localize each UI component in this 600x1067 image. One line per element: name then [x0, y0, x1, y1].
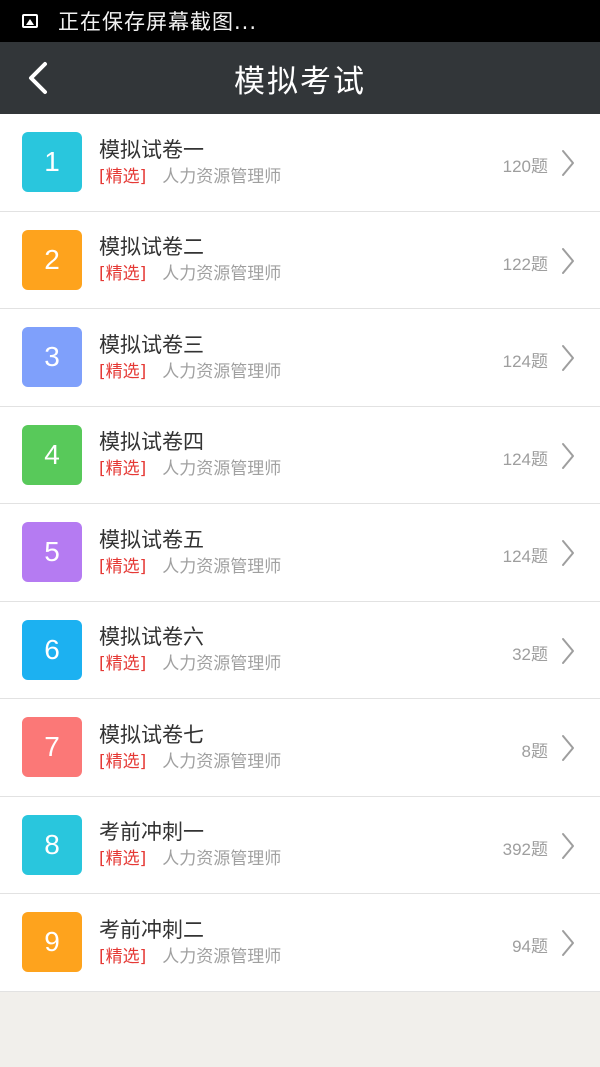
number-badge: 9 [22, 912, 82, 973]
featured-tag: [精选] [99, 166, 147, 187]
nav-bar: 模拟考试 [0, 42, 600, 114]
featured-tag: [精选] [99, 849, 147, 870]
question-count: 32题 [512, 644, 548, 664]
chevron-right-icon [562, 540, 574, 566]
featured-tag: [精选] [99, 751, 147, 772]
number-badge: 4 [22, 424, 82, 485]
page-title: 模拟考试 [234, 63, 366, 100]
featured-tag: [精选] [99, 459, 147, 480]
number-badge: 8 [22, 814, 82, 875]
screenshot-icon [22, 14, 38, 28]
question-count: 392题 [502, 839, 548, 859]
featured-tag: [精选] [99, 654, 147, 675]
question-count: 120题 [502, 157, 548, 176]
chevron-right-icon [562, 150, 574, 176]
number-badge: 5 [22, 522, 82, 583]
item-category: 人力资源管理师 [162, 946, 282, 967]
number-badge: 1 [22, 132, 82, 193]
chevron-right-icon [562, 345, 574, 371]
item-category: 人力资源管理师 [162, 751, 282, 772]
chevron-right-icon [562, 930, 574, 956]
chevron-right-icon [562, 247, 574, 274]
featured-tag: [精选] [99, 264, 147, 285]
question-count: 94题 [512, 937, 548, 956]
question-count: 122题 [502, 254, 548, 274]
list-item[interactable]: 3 模拟试卷三 [精选] 人力资源管理师 124题 [0, 309, 600, 407]
list-item[interactable]: 7 模拟试卷七 [精选] 人力资源管理师 8题 [0, 699, 600, 797]
chevron-right-icon [562, 637, 574, 664]
list-item[interactable]: 9 考前冲刺二 [精选] 人力资源管理师 94题 [0, 894, 600, 992]
number-badge: 2 [22, 229, 82, 290]
number-badge: 7 [22, 717, 82, 778]
chevron-left-icon [29, 62, 47, 94]
chevron-right-icon [562, 735, 574, 761]
item-category: 人力资源管理师 [162, 654, 282, 675]
list-item[interactable]: 2 模拟试卷二 [精选] 人力资源管理师 122题 [0, 212, 600, 309]
back-button[interactable] [18, 58, 58, 98]
number-badge: 6 [22, 619, 82, 680]
chevron-right-icon [562, 442, 574, 469]
item-category: 人力资源管理师 [162, 264, 282, 285]
status-bar: 正在保存屏幕截图... [0, 0, 600, 42]
question-count: 124题 [502, 352, 548, 371]
screen: 正在保存屏幕截图... 模拟考试 1 模拟试卷一 [精选] 人力资源管理师 120题 2 模… [0, 0, 600, 1067]
featured-tag: [精选] [99, 556, 147, 577]
featured-tag: [精选] [99, 946, 147, 967]
item-category: 人力资源管理师 [162, 849, 282, 870]
list-item[interactable]: 1 模拟试卷一 [精选] 人力资源管理师 120题 [0, 114, 600, 212]
item-category: 人力资源管理师 [162, 556, 282, 577]
question-count: 124题 [502, 547, 548, 566]
exam-list: 1 模拟试卷一 [精选] 人力资源管理师 120题 2 模拟试卷二 [精选] 人力资源管理师 12… [0, 114, 600, 992]
list-item[interactable]: 8 考前冲刺一 [精选] 人力资源管理师 392题 [0, 797, 600, 894]
item-category: 人力资源管理师 [162, 459, 282, 480]
status-text: 正在保存屏幕截图... [58, 10, 258, 34]
list-item[interactable]: 5 模拟试卷五 [精选] 人力资源管理师 124题 [0, 504, 600, 602]
featured-tag: [精选] [99, 361, 147, 382]
item-category: 人力资源管理师 [162, 166, 282, 187]
question-count: 124题 [502, 449, 548, 469]
list-item[interactable]: 6 模拟试卷六 [精选] 人力资源管理师 32题 [0, 602, 600, 699]
item-category: 人力资源管理师 [162, 361, 282, 382]
question-count: 8题 [521, 742, 548, 761]
number-badge: 3 [22, 327, 82, 388]
list-item[interactable]: 4 模拟试卷四 [精选] 人力资源管理师 124题 [0, 407, 600, 504]
chevron-right-icon [562, 832, 574, 859]
